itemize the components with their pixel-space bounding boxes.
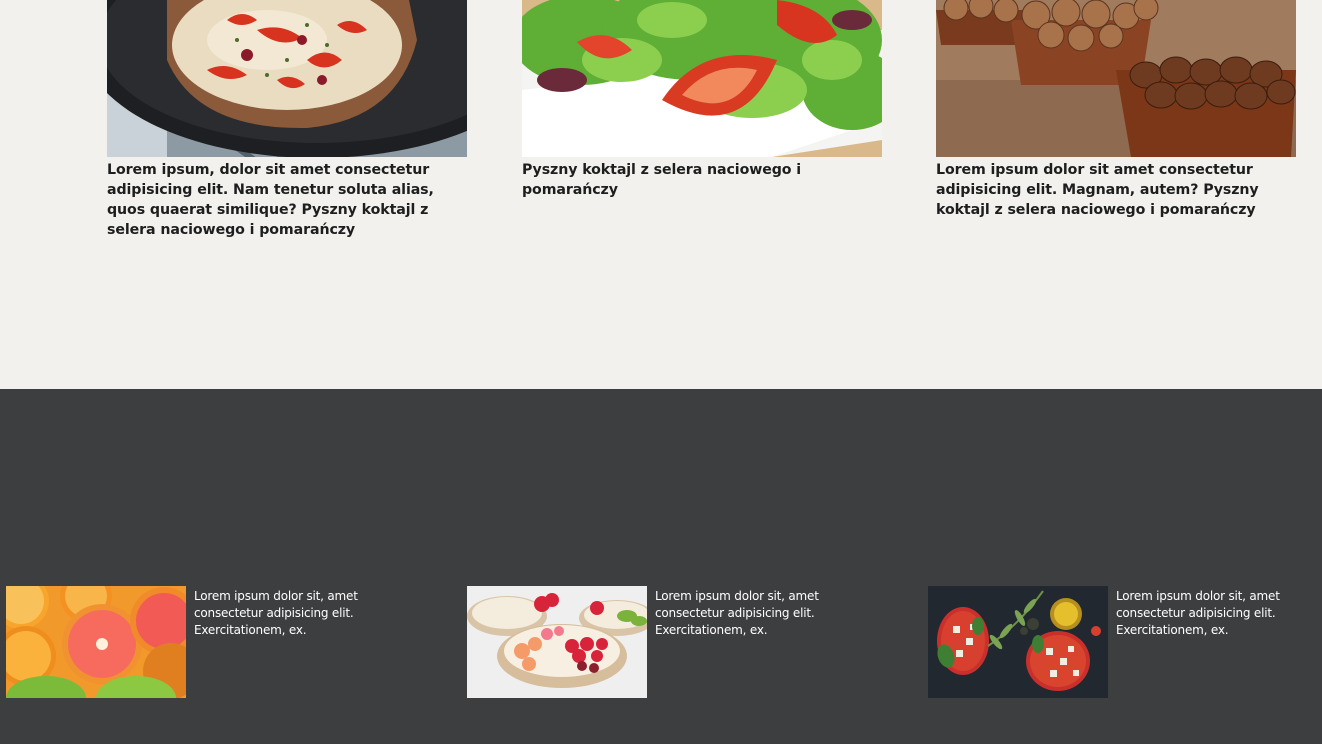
article-card[interactable]: Pyszny koktajl z selera naciowego i poma… [522,0,882,200]
article-card[interactable]: Lorem ipsum dolor sit amet consectetur a… [936,0,1296,220]
footer-item[interactable]: Lorem ipsum dolor sit, amet consectetur … [467,586,887,698]
article-card[interactable]: Lorem ipsum, dolor sit amet consectetur … [107,0,467,240]
footer: Lorem ipsum dolor sit, amet consectetur … [0,389,1322,744]
articles-section: Lorem ipsum, dolor sit amet consectetur … [0,0,1322,389]
fruit-dessert-photo[interactable] [467,586,647,698]
walnuts-bowls-photo[interactable] [936,0,1296,157]
pizza-in-pan-photo[interactable] [107,0,467,157]
tomato-salad-photo[interactable] [522,0,882,157]
footer-item[interactable]: Lorem ipsum dolor sit, amet consectetur … [928,586,1322,698]
citrus-fruits-photo[interactable] [6,586,186,698]
article-title[interactable]: Lorem ipsum dolor sit amet consectetur a… [936,160,1296,220]
article-title[interactable]: Lorem ipsum, dolor sit amet consectetur … [107,160,467,240]
article-title[interactable]: Pyszny koktajl z selera naciowego i poma… [522,160,882,200]
footer-item[interactable]: Lorem ipsum dolor sit, amet consectetur … [6,586,426,698]
footer-item-text[interactable]: Lorem ipsum dolor sit, amet consectetur … [1116,588,1306,639]
bruschetta-photo[interactable] [928,586,1108,698]
footer-item-text[interactable]: Lorem ipsum dolor sit, amet consectetur … [194,588,384,639]
footer-item-text[interactable]: Lorem ipsum dolor sit, amet consectetur … [655,588,845,639]
